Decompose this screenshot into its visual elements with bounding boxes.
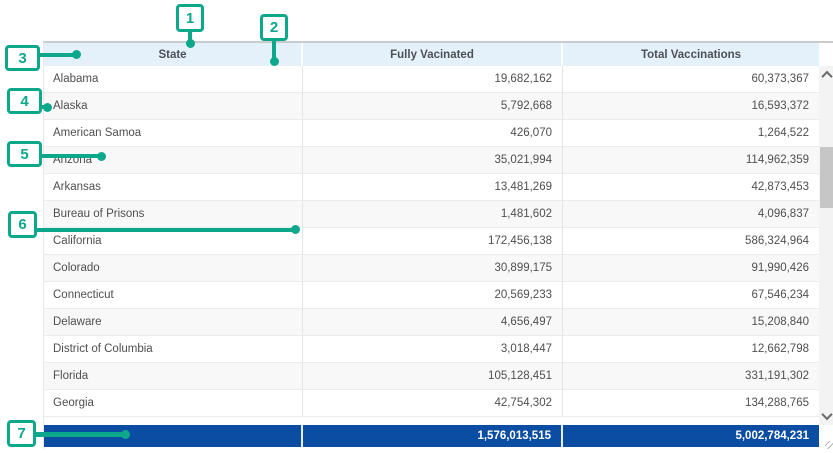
cell-state: Florida <box>44 363 303 389</box>
table-row[interactable]: Arkansas13,481,26942,873,453 <box>44 174 819 201</box>
table-row[interactable]: Connecticut20,569,23367,546,234 <box>44 282 819 309</box>
cell-fully-vaccinated: 5,792,668 <box>303 93 563 119</box>
cell-total-vaccinations: 4,096,837 <box>563 201 819 227</box>
scroll-up-button[interactable] <box>819 68 833 82</box>
table-summary-row: 1,576,013,515 5,002,784,231 <box>44 425 819 447</box>
cell-total-vaccinations: 12,662,798 <box>563 336 819 362</box>
callout-4-dot <box>43 103 52 112</box>
table-row[interactable]: Bureau of Prisons1,481,6024,096,837 <box>44 201 819 228</box>
cell-fully-vaccinated: 13,481,269 <box>303 174 563 200</box>
cell-total-vaccinations: 15,208,840 <box>563 309 819 335</box>
cell-state: Bureau of Prisons <box>44 201 303 227</box>
table-row[interactable]: Alabama19,682,16260,373,367 <box>44 66 819 93</box>
cell-total-vaccinations: 42,873,453 <box>563 174 819 200</box>
cell-fully-vaccinated: 105,128,451 <box>303 363 563 389</box>
cell-total-vaccinations: 91,990,426 <box>563 255 819 281</box>
table-row[interactable]: Florida105,128,451331,191,302 <box>44 363 819 390</box>
callout-3-dot <box>72 50 81 59</box>
table-row[interactable]: Arizona35,021,994114,962,359 <box>44 147 819 174</box>
summary-cell-fully-vaccinated: 1,576,013,515 <box>303 425 563 447</box>
cell-total-vaccinations: 331,191,302 <box>563 363 819 389</box>
table-row[interactable]: Delaware4,656,49715,208,840 <box>44 309 819 336</box>
cell-state: Georgia <box>44 390 303 416</box>
chevron-up-icon <box>821 71 832 82</box>
callout-3: 3 <box>5 45 40 71</box>
cell-fully-vaccinated: 1,481,602 <box>303 201 563 227</box>
callout-1: 1 <box>176 4 204 32</box>
table-row[interactable]: Colorado30,899,17591,990,426 <box>44 255 819 282</box>
callout-7-connector <box>34 432 124 437</box>
callout-7: 7 <box>7 420 36 447</box>
cell-state: Alabama <box>44 66 303 92</box>
column-header-fully-vaccinated[interactable]: Fully Vacinated <box>303 43 563 66</box>
cell-state: American Samoa <box>44 120 303 146</box>
cell-fully-vaccinated: 35,021,994 <box>303 147 563 173</box>
column-header-total-vaccinations[interactable]: Total Vaccinations <box>563 43 819 66</box>
scroll-down-button[interactable] <box>819 409 833 423</box>
callout-2: 2 <box>260 14 288 41</box>
cell-total-vaccinations: 114,962,359 <box>563 147 819 173</box>
cell-state: Alaska <box>44 93 303 119</box>
callout-5-connector <box>40 154 100 158</box>
cell-state: Connecticut <box>44 282 303 308</box>
cell-fully-vaccinated: 19,682,162 <box>303 66 563 92</box>
callout-5: 5 <box>7 141 42 167</box>
callout-1-dot <box>186 39 195 48</box>
cell-total-vaccinations: 16,593,372 <box>563 93 819 119</box>
callout-6-dot <box>291 225 300 234</box>
screenshot-canvas: State Fully Vacinated Total Vaccinations… <box>0 0 833 453</box>
table-row[interactable]: American Samoa426,0701,264,522 <box>44 120 819 147</box>
column-header-state[interactable]: State <box>44 43 303 66</box>
cell-total-vaccinations: 60,373,367 <box>563 66 819 92</box>
chevron-down-icon <box>821 409 832 420</box>
table-row[interactable]: Georgia42,754,302134,288,765 <box>44 390 819 417</box>
table-header-row: State Fully Vacinated Total Vaccinations <box>44 43 819 66</box>
vaccination-table: State Fully Vacinated Total Vaccinations… <box>43 41 833 449</box>
cell-fully-vaccinated: 30,899,175 <box>303 255 563 281</box>
cell-fully-vaccinated: 4,656,497 <box>303 309 563 335</box>
table-row[interactable]: District of Columbia3,018,44712,662,798 <box>44 336 819 363</box>
cell-state: Colorado <box>44 255 303 281</box>
cell-state: District of Columbia <box>44 336 303 362</box>
cell-fully-vaccinated: 42,754,302 <box>303 390 563 416</box>
callout-6: 6 <box>8 211 37 238</box>
cell-fully-vaccinated: 426,070 <box>303 120 563 146</box>
table-row[interactable]: California172,456,138586,324,964 <box>44 228 819 255</box>
cell-total-vaccinations: 67,546,234 <box>563 282 819 308</box>
table-body: Alabama19,682,16260,373,367Alaska5,792,6… <box>44 66 819 425</box>
callout-2-connector <box>272 39 276 58</box>
cell-fully-vaccinated: 20,569,233 <box>303 282 563 308</box>
scrollbar-thumb[interactable] <box>820 147 833 208</box>
table-row[interactable]: Alaska5,792,66816,593,372 <box>44 93 819 120</box>
cell-state: Delaware <box>44 309 303 335</box>
cell-state: Arizona <box>44 147 303 173</box>
cell-state: Arkansas <box>44 174 303 200</box>
callout-7-dot <box>121 430 130 439</box>
cell-fully-vaccinated: 3,018,447 <box>303 336 563 362</box>
vertical-scrollbar[interactable] <box>819 66 833 425</box>
callout-3-connector <box>38 53 75 57</box>
callout-6-connector <box>35 228 293 232</box>
cell-fully-vaccinated: 172,456,138 <box>303 228 563 254</box>
cell-total-vaccinations: 134,288,765 <box>563 390 819 416</box>
resize-grip-icon[interactable] <box>825 441 833 449</box>
cell-total-vaccinations: 586,324,964 <box>563 228 819 254</box>
cell-total-vaccinations: 1,264,522 <box>563 120 819 146</box>
callout-5-dot <box>97 152 106 161</box>
callout-4: 4 <box>7 88 42 114</box>
callout-2-dot <box>270 57 279 66</box>
summary-cell-total-vaccinations: 5,002,784,231 <box>563 425 819 447</box>
